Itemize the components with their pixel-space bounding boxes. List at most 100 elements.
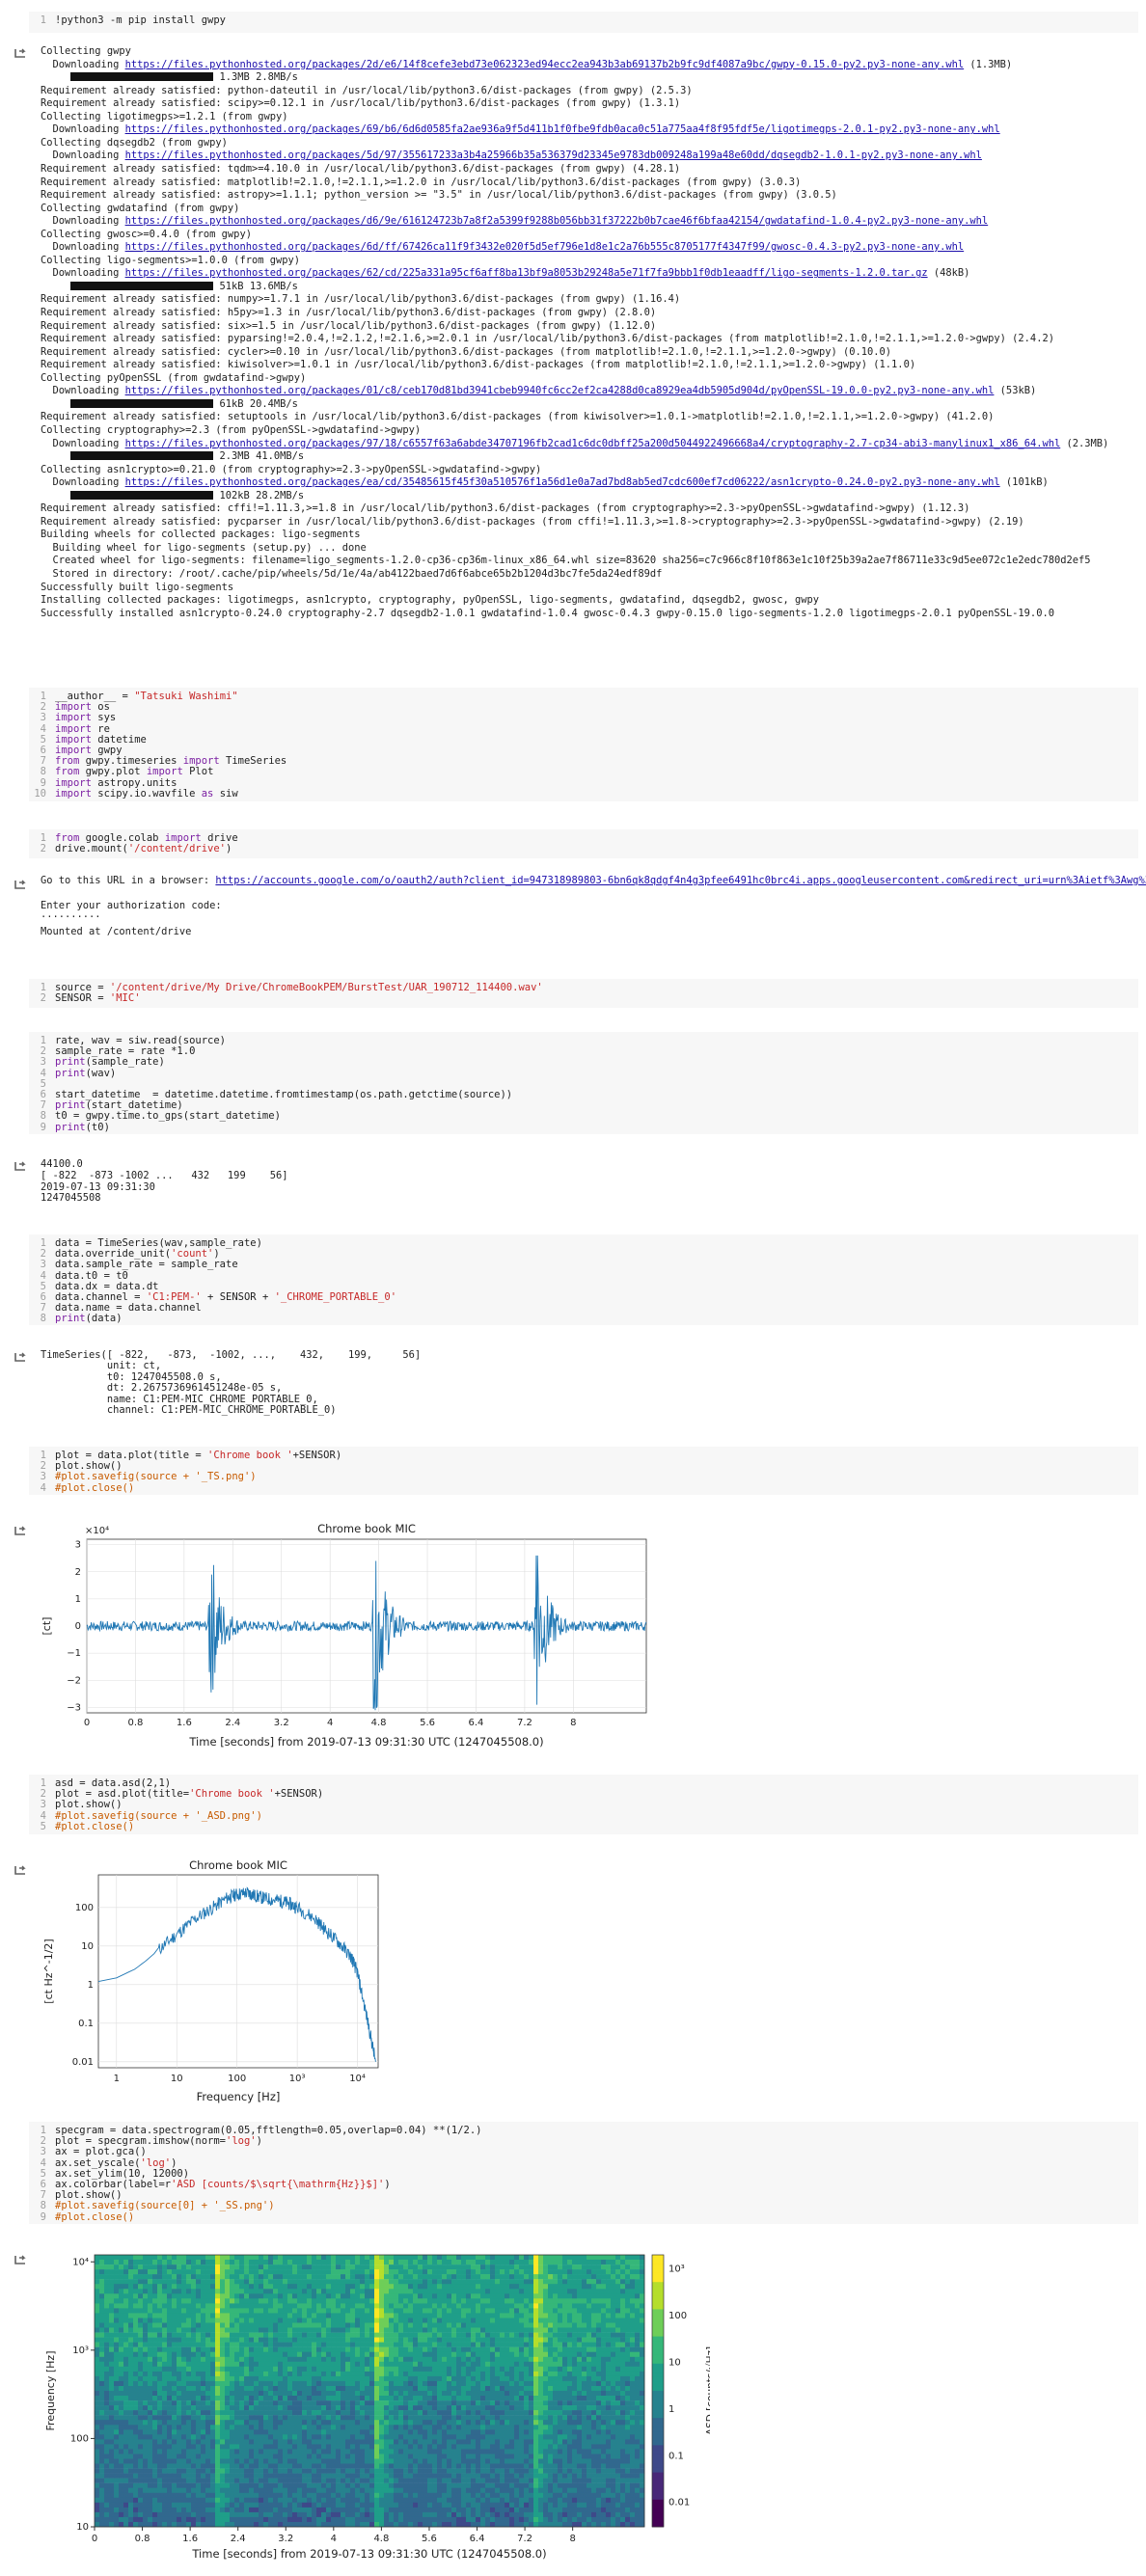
colorbar-segment	[652, 2354, 664, 2360]
colorbar-segment	[652, 2309, 664, 2315]
output-icon	[14, 44, 27, 58]
code-editor[interactable]: 1 from google.colab import drive 2 drive.mo…	[29, 829, 1138, 858]
code-editor[interactable]: 1 !python3 -m pip install gwpy	[29, 12, 1138, 33]
output-line: Requirement already satisfied: cffi!=1.1…	[41, 502, 970, 515]
colorbar-segment	[652, 2373, 664, 2378]
code-line[interactable]: drive.mount('/content/drive')	[55, 844, 232, 854]
output-line: Requirement already satisfied: tqdm>=4.1…	[41, 162, 681, 175]
colorbar-segment	[652, 2282, 664, 2288]
colorbar-segment	[652, 2512, 664, 2518]
colorbar-segment	[652, 2318, 664, 2323]
oauth-link[interactable]: https://accounts.google.com/o/oauth2/aut…	[215, 875, 1146, 886]
output-line: 1247045508	[41, 1192, 101, 1205]
code-line[interactable]: data.sample_rate = sample_rate	[55, 1260, 238, 1270]
code-editor[interactable]: 1 source = '/content/drive/My Drive/Chrom…	[29, 979, 1138, 1008]
code-editor[interactable]: 1 rate, wav = siw.read(source) 2 sample_rat…	[29, 1032, 1138, 1134]
y-tick-label: 3	[75, 1540, 81, 1551]
package-link[interactable]: https://files.pythonhosted.org/packages/…	[125, 267, 928, 279]
colorbar-segment	[652, 2454, 664, 2459]
colorbar-segment	[652, 2522, 664, 2528]
colorbar-segment	[652, 2467, 664, 2473]
y-axis-label: [ct]	[41, 1617, 53, 1636]
chart-title: Chrome book MIC	[189, 1858, 287, 1872]
cell-output: Collecting gwpy Downloading https://file…	[41, 46, 1140, 664]
code-editor[interactable]: 1 data = TimeSeries(wav,sample_rate) 2 data…	[29, 1234, 1138, 1325]
package-link[interactable]: https://files.pythonhosted.org/packages/…	[125, 476, 1000, 488]
line-number: 3	[40, 1471, 46, 1483]
output-line: 102kB 28.2MB/s	[41, 490, 304, 502]
package-link[interactable]: https://files.pythonhosted.org/packages/…	[125, 438, 1061, 449]
colorbar-tick-label: 100	[668, 2311, 687, 2321]
line-number: 9	[40, 2210, 46, 2223]
output-line: t0: 1247045508.0 s,	[41, 1370, 222, 1383]
line-number: 4	[40, 1067, 46, 1079]
output-icon	[14, 1522, 27, 1535]
colorbar-segment	[652, 2499, 664, 2505]
x-tick-label: 4	[331, 2534, 337, 2544]
colorbar-segment	[652, 2517, 664, 2523]
line-number: 8	[40, 1110, 46, 1123]
code-line[interactable]: #plot.close()	[55, 2211, 134, 2223]
output-line: Requirement already satisfied: python-da…	[41, 84, 693, 96]
auth-prompt: Enter your authorization code:	[41, 900, 222, 911]
output-line: Downloading https://files.pythonhosted.o…	[41, 385, 1037, 397]
code-editor[interactable]: 1 plot = data.plot(title = 'Chrome book '…	[29, 1447, 1138, 1495]
line-number: 9	[40, 1121, 46, 1133]
output-line: Successfully built ligo-segments	[41, 581, 234, 593]
x-tick-label: 10⁴	[349, 2074, 366, 2084]
package-link[interactable]: https://files.pythonhosted.org/packages/…	[125, 215, 989, 227]
code-line[interactable]: data.t0 = t0	[55, 1270, 128, 1282]
y-tick-label: 10³	[72, 2346, 89, 2356]
code-editor[interactable]: 1 specgram = data.spectrogram(0.05,fftlen…	[29, 2122, 1138, 2224]
colorbar-segment	[652, 2327, 664, 2333]
code-line[interactable]: print(t0)	[55, 1122, 110, 1133]
colorbar-tick-label: 10³	[668, 2264, 685, 2275]
output-icon	[14, 1861, 27, 1875]
colorbar-segment	[652, 2422, 664, 2427]
y-tick-label: 0	[75, 1621, 81, 1632]
colorbar-segment	[652, 2490, 664, 2496]
y-tick-label: 2	[75, 1567, 81, 1578]
colorbar-segment	[652, 2341, 664, 2346]
output-line: Collecting gwdatafind (from gwpy)	[41, 202, 240, 214]
code-line[interactable]: #plot.close()	[55, 1821, 134, 1832]
code-line[interactable]: ax.set_yscale('log')	[55, 2157, 177, 2169]
output-line: Requirement already satisfied: setuptool…	[41, 411, 995, 423]
colorbar-segment	[652, 2504, 664, 2509]
y-tick-label: 100	[70, 2433, 89, 2444]
code-line[interactable]: SENSOR = 'MIC'	[55, 993, 141, 1004]
code-line[interactable]: ax = plot.gca()	[55, 2147, 147, 2157]
code-line[interactable]: print(wav)	[55, 1068, 116, 1079]
x-tick-label: 0.8	[127, 1718, 143, 1728]
code-line[interactable]: !python3 -m pip install gwpy	[55, 15, 226, 26]
progress-bar	[70, 398, 214, 408]
package-link[interactable]: https://files.pythonhosted.org/packages/…	[125, 59, 965, 70]
code-line[interactable]: t0 = gwpy.time.to_gps(start_datetime)	[55, 1111, 281, 1122]
output-line: Requirement already satisfied: pycparser…	[41, 515, 1024, 528]
output-line: 2019-07-13 09:31:30	[41, 1180, 155, 1193]
package-link[interactable]: https://files.pythonhosted.org/packages/…	[125, 123, 1000, 135]
colorbar-segment	[652, 2277, 664, 2283]
colorbar-segment	[652, 2436, 664, 2442]
asd-plot: 1 10 100 10³ 10⁴ 0.01 0.1 1 10 100 Chrome book MIC…	[42, 1858, 379, 2103]
code-editor[interactable]: 1 __author__ = "Tatsuki Washimi" 2 import o…	[29, 688, 1138, 801]
auth-code-input[interactable]: ··········	[41, 912, 101, 923]
output-line: 1.3MB 2.8MB/s	[41, 72, 298, 83]
x-tick-label: 10³	[289, 2074, 306, 2084]
colorbar-segment	[652, 2508, 664, 2514]
output-line: Downloading https://files.pythonhosted.o…	[41, 437, 1109, 449]
y-tick-label: −3	[67, 1702, 81, 1713]
package-link[interactable]: https://files.pythonhosted.org/packages/…	[125, 241, 965, 253]
code-line[interactable]: import scipy.io.wavfile as siw	[55, 788, 238, 800]
line-number: 4	[40, 1809, 46, 1822]
x-tick-label: 8	[570, 1718, 576, 1728]
code-line[interactable]: print(data)	[55, 1314, 123, 1324]
colorbar-segment	[652, 2431, 664, 2437]
package-link[interactable]: https://files.pythonhosted.org/packages/…	[125, 385, 995, 396]
output-line: Building wheels for collected packages: …	[41, 529, 361, 541]
code-editor[interactable]: 1 asd = data.asd(2,1) 2 plot = asd.plot(tit…	[29, 1775, 1138, 1834]
output-line: TimeSeries([ -822, -873, -1002, ..., 432…	[41, 1349, 422, 1361]
package-link[interactable]: https://files.pythonhosted.org/packages/…	[125, 149, 982, 161]
code-line[interactable]: #plot.close()	[55, 1482, 134, 1494]
output-line: Requirement already satisfied: scipy>=0.…	[41, 97, 681, 110]
